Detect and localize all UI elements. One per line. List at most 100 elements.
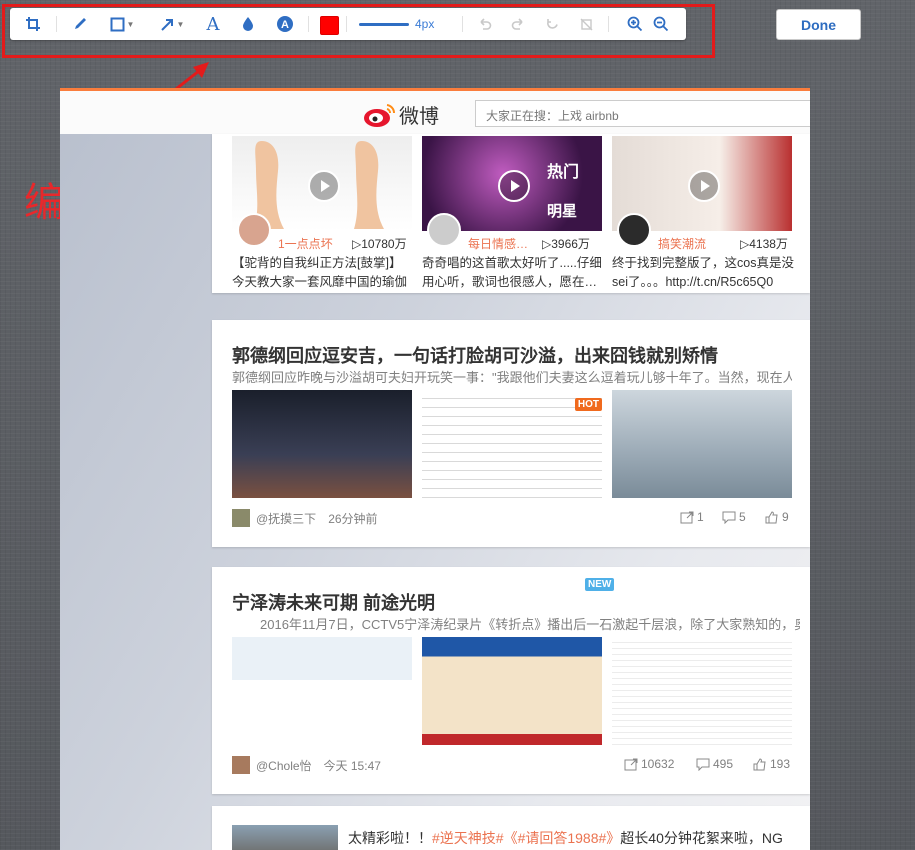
weibo-eye-icon (364, 103, 396, 127)
video-views: ▷3966万 (542, 237, 590, 251)
post-author-info: @Chole怡 今天 15:47 (232, 756, 381, 774)
post-topic-link[interactable]: 《#请回答1988#》 (504, 830, 621, 846)
comment-button[interactable]: 495 (696, 757, 733, 771)
weibo-page-capture: 微博 大家正在搜：上戏 airbnb 1一点点坏 ▷10780万 【驼背的自我纠… (60, 88, 810, 850)
comment-count: 5 (739, 510, 746, 524)
play-icon (688, 169, 720, 202)
post-text-suffix: 超长40分钟花絮来啦，NG (620, 830, 783, 846)
post-summary[interactable]: 2016年11月7日，CCTV5宁泽涛纪录片《转折点》播出后一石激起千层浪，除了… (260, 614, 800, 633)
video-description[interactable]: 【驼背的自我纠正方法[鼓掌]】今天教大家一套风靡中国的瑜伽动… (232, 254, 412, 292)
pen-icon[interactable] (70, 14, 90, 34)
zoom-out-icon[interactable] (650, 14, 672, 34)
comment-count: 495 (713, 757, 734, 771)
play-icon (308, 169, 340, 202)
post-image[interactable]: HOT (422, 390, 602, 498)
post-summary[interactable]: 郭德纲回应昨晚与沙溢胡可夫妇开玩笑一事："我跟他们夫妻这么逗着玩儿够十年了。当然… (232, 367, 792, 386)
done-button[interactable]: Done (776, 9, 861, 40)
post-image[interactable] (232, 825, 338, 850)
play-icon (498, 169, 530, 202)
post-title[interactable]: 郭德纲回应逗安吉，一句话打脸胡可沙溢，出来囧钱就别矫情 (232, 342, 718, 368)
weibo-top-nav: 微博 大家正在搜：上戏 airbnb (60, 88, 810, 134)
toolbar-divider (608, 16, 609, 32)
highlight-text-icon[interactable]: A (274, 14, 296, 34)
post-title[interactable]: 宁泽涛未来可期 前途光明 (232, 589, 435, 615)
toolbar-divider (308, 16, 309, 32)
arrow-icon (160, 18, 173, 31)
stroke-size-label: 4px (415, 17, 435, 31)
weibo-logo-text: 微博 (399, 104, 439, 128)
post-time: 26分钟前 (328, 511, 378, 526)
chevron-down-icon: ▼ (176, 19, 185, 29)
avatar[interactable] (617, 213, 651, 247)
reset-icon[interactable] (542, 14, 562, 34)
forward-count: 1 (697, 510, 704, 524)
forward-button[interactable]: 1 (680, 510, 704, 524)
rectangle-tool[interactable]: ▼ (104, 14, 140, 34)
video-post-card: 太精彩啦！！#逆天神技#《#请回答1988#》超长40分钟花絮来啦，NG (212, 806, 810, 850)
post-author-info: @抚摸三下 26分钟前 (232, 509, 378, 527)
video-views: ▷4138万 (740, 237, 788, 251)
toolbar-divider (346, 16, 347, 32)
new-badge: NEW (585, 578, 615, 591)
avatar[interactable] (232, 509, 250, 527)
text-tool[interactable]: A (202, 13, 224, 35)
zoom-in-icon[interactable] (624, 14, 646, 34)
video-hot-label: 热门 (547, 164, 580, 181)
crop-icon[interactable] (22, 14, 44, 34)
text-icon: A (206, 13, 220, 35)
forward-button[interactable]: 10632 (624, 757, 674, 771)
post-topic-link[interactable]: #逆天神技# (432, 830, 504, 846)
like-button[interactable]: 9 (765, 510, 789, 524)
svg-text:A: A (281, 19, 289, 31)
post-username[interactable]: @Chole怡 (256, 757, 312, 774)
screenshot-edit-toolbar: ▼ ▼ A A 4px (10, 8, 686, 40)
weibo-logo[interactable]: 微博 (363, 100, 439, 129)
avatar[interactable] (232, 756, 250, 774)
forward-icon (680, 511, 694, 523)
arrow-tool[interactable]: ▼ (154, 14, 190, 34)
clear-annotations-icon[interactable] (576, 14, 596, 34)
thumbs-up-icon (753, 757, 766, 770)
toolbar-divider (56, 16, 57, 32)
post-text[interactable]: 太精彩啦！！#逆天神技#《#请回答1988#》超长40分钟花絮来啦，NG (348, 828, 783, 848)
post-image[interactable] (232, 390, 412, 498)
video-description[interactable]: 终于找到完整版了，这cos真是没sei了。。。http://t.cn/R5c65… (612, 254, 802, 292)
video-views: ▷10780万 (352, 237, 407, 251)
comment-icon (696, 758, 710, 771)
chevron-down-icon: ▼ (126, 19, 135, 29)
post-image[interactable] (612, 390, 792, 498)
color-picker-swatch[interactable] (320, 16, 339, 35)
post-image[interactable] (232, 637, 412, 745)
hot-badge: HOT (574, 398, 602, 411)
video-description[interactable]: 奇奇唱的这首歌太好听了.....仔细用心听，歌词也很感人，愿在… (422, 254, 602, 292)
forward-count: 10632 (641, 757, 675, 771)
undo-icon[interactable] (474, 14, 494, 34)
thumbs-up-icon (765, 510, 778, 523)
video-author[interactable]: 1一点点坏 (278, 235, 333, 252)
news-post-card: 郭德纲回应逗安吉，一句话打脸胡可沙溢，出来囧钱就别矫情 郭德纲回应昨晚与沙溢胡可… (212, 320, 810, 547)
like-count: 193 (770, 757, 791, 771)
weibo-search-input[interactable]: 大家正在搜：上戏 airbnb (475, 100, 810, 127)
post-text-prefix: 太精彩啦！！ (348, 830, 432, 846)
video-author[interactable]: 搞笑潮流 (658, 235, 706, 252)
news-post-card: NEW 宁泽涛未来可期 前途光明 2016年11月7日，CCTV5宁泽涛纪录片《… (212, 567, 810, 794)
like-count: 9 (782, 510, 789, 524)
avatar[interactable] (237, 213, 271, 247)
blur-drop-icon[interactable] (238, 14, 258, 34)
redo-icon[interactable] (508, 14, 528, 34)
post-image[interactable] (612, 637, 792, 745)
video-star-label: 明星 (547, 203, 578, 220)
comment-icon (722, 511, 736, 524)
forward-icon (624, 758, 638, 770)
post-time: 今天 15:47 (323, 758, 381, 773)
toolbar-divider (462, 16, 463, 32)
post-image[interactable] (422, 637, 602, 745)
video-author[interactable]: 每日情感… (468, 235, 528, 252)
comment-button[interactable]: 5 (722, 510, 746, 524)
like-button[interactable]: 193 (753, 757, 790, 771)
rectangle-icon (110, 17, 125, 31)
avatar[interactable] (427, 213, 461, 247)
video-feed-card: 1一点点坏 ▷10780万 【驼背的自我纠正方法[鼓掌]】今天教大家一套风靡中国… (212, 134, 810, 293)
post-username[interactable]: @抚摸三下 (256, 510, 316, 527)
stroke-size-slider[interactable] (359, 23, 409, 26)
